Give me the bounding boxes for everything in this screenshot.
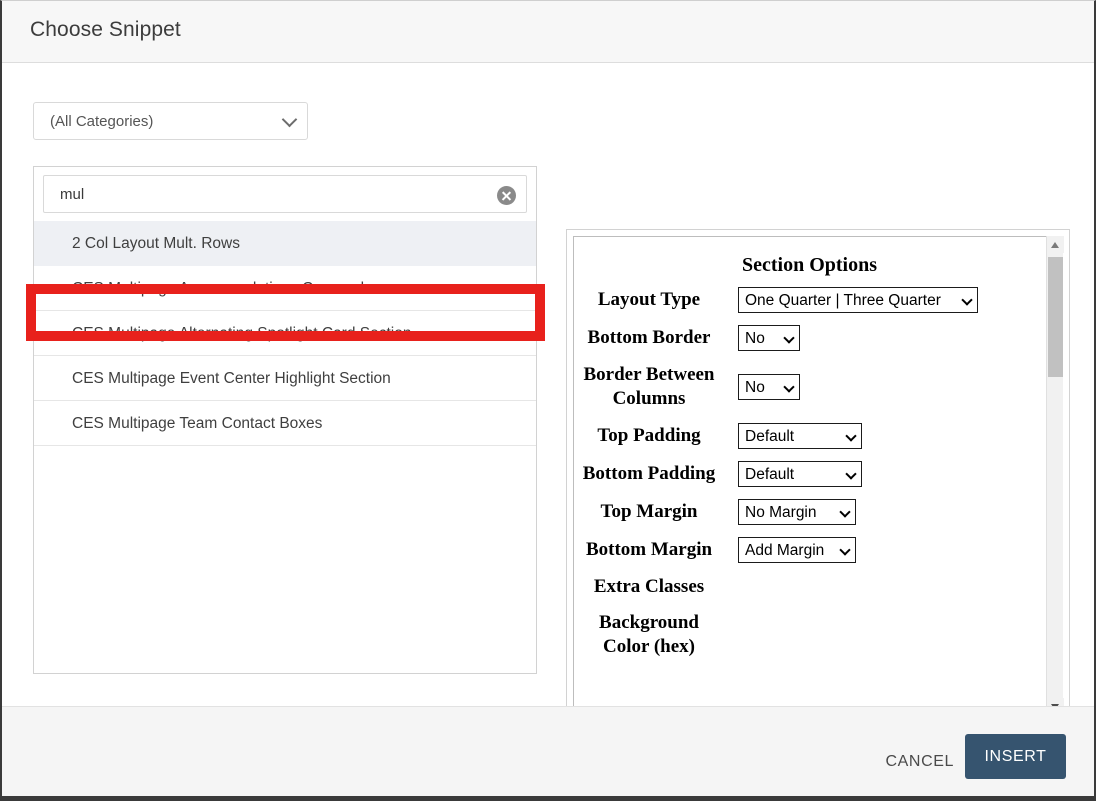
list-item[interactable]: 2 Col Layout Mult. Rows xyxy=(34,221,536,266)
option-row: Bottom Padding Default xyxy=(574,461,1045,487)
page-title: Choose Snippet xyxy=(30,18,181,42)
option-control: One Quarter | Three Quarter xyxy=(728,287,1045,313)
section-options-content: Section Options Layout Type One Quarter |… xyxy=(574,237,1045,716)
option-label: Border Between Columns xyxy=(574,363,728,411)
option-label: Top Padding xyxy=(574,424,728,448)
option-select[interactable]: Default xyxy=(738,423,862,449)
option-control: No xyxy=(728,374,1045,400)
option-row: Bottom Border No xyxy=(574,325,1045,351)
choose-snippet-dialog: Choose Snippet (All Categories) 2 Col La… xyxy=(0,0,1096,801)
option-control: No Margin xyxy=(728,499,1045,525)
option-row: Background Color (hex) xyxy=(574,611,1045,659)
option-control: Add Margin xyxy=(728,537,1045,563)
list-item[interactable]: CES Multipage Alternating Spotlight Card… xyxy=(34,311,536,356)
category-filter[interactable]: (All Categories) xyxy=(33,102,308,140)
option-select[interactable]: One Quarter | Three Quarter xyxy=(738,287,978,313)
list-item-label: CES Multipage Alternating Spotlight Card… xyxy=(72,325,411,342)
option-select-wrapper[interactable]: No Margin xyxy=(738,499,856,525)
dialog-header: Choose Snippet xyxy=(2,1,1094,63)
option-select-wrapper[interactable]: No xyxy=(738,374,800,400)
option-label: Layout Type xyxy=(574,288,728,312)
list-item-label: 2 Col Layout Mult. Rows xyxy=(72,235,240,252)
option-select-wrapper[interactable]: One Quarter | Three Quarter xyxy=(738,287,978,313)
option-select[interactable]: Add Margin xyxy=(738,537,856,563)
option-row: Extra Classes xyxy=(574,575,1045,599)
search-row xyxy=(34,167,536,221)
option-select-wrapper[interactable]: Add Margin xyxy=(738,537,856,563)
dialog-footer: CANCEL INSERT xyxy=(2,706,1094,796)
list-item-label: CES Multipage Team Contact Boxes xyxy=(72,415,322,432)
cancel-button[interactable]: CANCEL xyxy=(875,745,964,779)
snippet-list-panel: 2 Col Layout Mult. Rows CES Multipage Acc… xyxy=(33,166,537,674)
option-select[interactable]: No xyxy=(738,325,800,351)
option-select[interactable]: No Margin xyxy=(738,499,856,525)
section-options-fields: Layout Type One Quarter | Three Quarter Bo… xyxy=(574,287,1045,659)
option-control: Default xyxy=(728,461,1045,487)
list-item-label: CES Multipage Event Center Highlight Sec… xyxy=(72,370,391,387)
section-options-frame: Section Options Layout Type One Quarter |… xyxy=(573,236,1061,732)
option-label: Bottom Margin xyxy=(574,538,728,562)
option-select-wrapper[interactable]: Default xyxy=(738,423,862,449)
option-label: Extra Classes xyxy=(574,575,728,599)
option-control: Default xyxy=(728,423,1045,449)
section-options-panel: Section Options Layout Type One Quarter |… xyxy=(566,229,1070,737)
clear-circle-x-icon[interactable] xyxy=(497,186,516,205)
option-select[interactable]: No xyxy=(738,374,800,400)
dialog-body: (All Categories) 2 Col Layout Mult. Rows… xyxy=(2,64,1094,706)
snippet-results-list[interactable]: 2 Col Layout Mult. Rows CES Multipage Acc… xyxy=(34,221,536,673)
options-vertical-scrollbar[interactable] xyxy=(1046,236,1063,715)
option-row: Top Margin No Margin xyxy=(574,499,1045,525)
list-item[interactable]: CES Multipage Accommodations Carousel xyxy=(34,266,536,311)
option-label: Bottom Border xyxy=(574,326,728,350)
list-item-label: CES Multipage Accommodations Carousel xyxy=(72,280,364,297)
search-input[interactable] xyxy=(43,175,527,213)
option-label: Bottom Padding xyxy=(574,462,728,486)
scroll-up-arrow-icon[interactable] xyxy=(1047,236,1064,253)
list-item[interactable]: CES Multipage Team Contact Boxes xyxy=(34,401,536,446)
option-control: No xyxy=(728,325,1045,351)
option-label: Top Margin xyxy=(574,500,728,524)
option-row: Layout Type One Quarter | Three Quarter xyxy=(574,287,1045,313)
category-select[interactable]: (All Categories) xyxy=(33,102,308,140)
option-label: Background Color (hex) xyxy=(574,611,728,659)
section-options-title: Section Options xyxy=(574,254,1045,277)
insert-button[interactable]: INSERT xyxy=(965,734,1066,779)
option-select[interactable]: Default xyxy=(738,461,862,487)
vertical-scrollbar-thumb[interactable] xyxy=(1048,257,1063,377)
option-row: Top Padding Default xyxy=(574,423,1045,449)
option-select-wrapper[interactable]: Default xyxy=(738,461,862,487)
option-row: Bottom Margin Add Margin xyxy=(574,537,1045,563)
option-row: Border Between Columns No xyxy=(574,363,1045,411)
option-select-wrapper[interactable]: No xyxy=(738,325,800,351)
list-item[interactable]: CES Multipage Event Center Highlight Sec… xyxy=(34,356,536,401)
